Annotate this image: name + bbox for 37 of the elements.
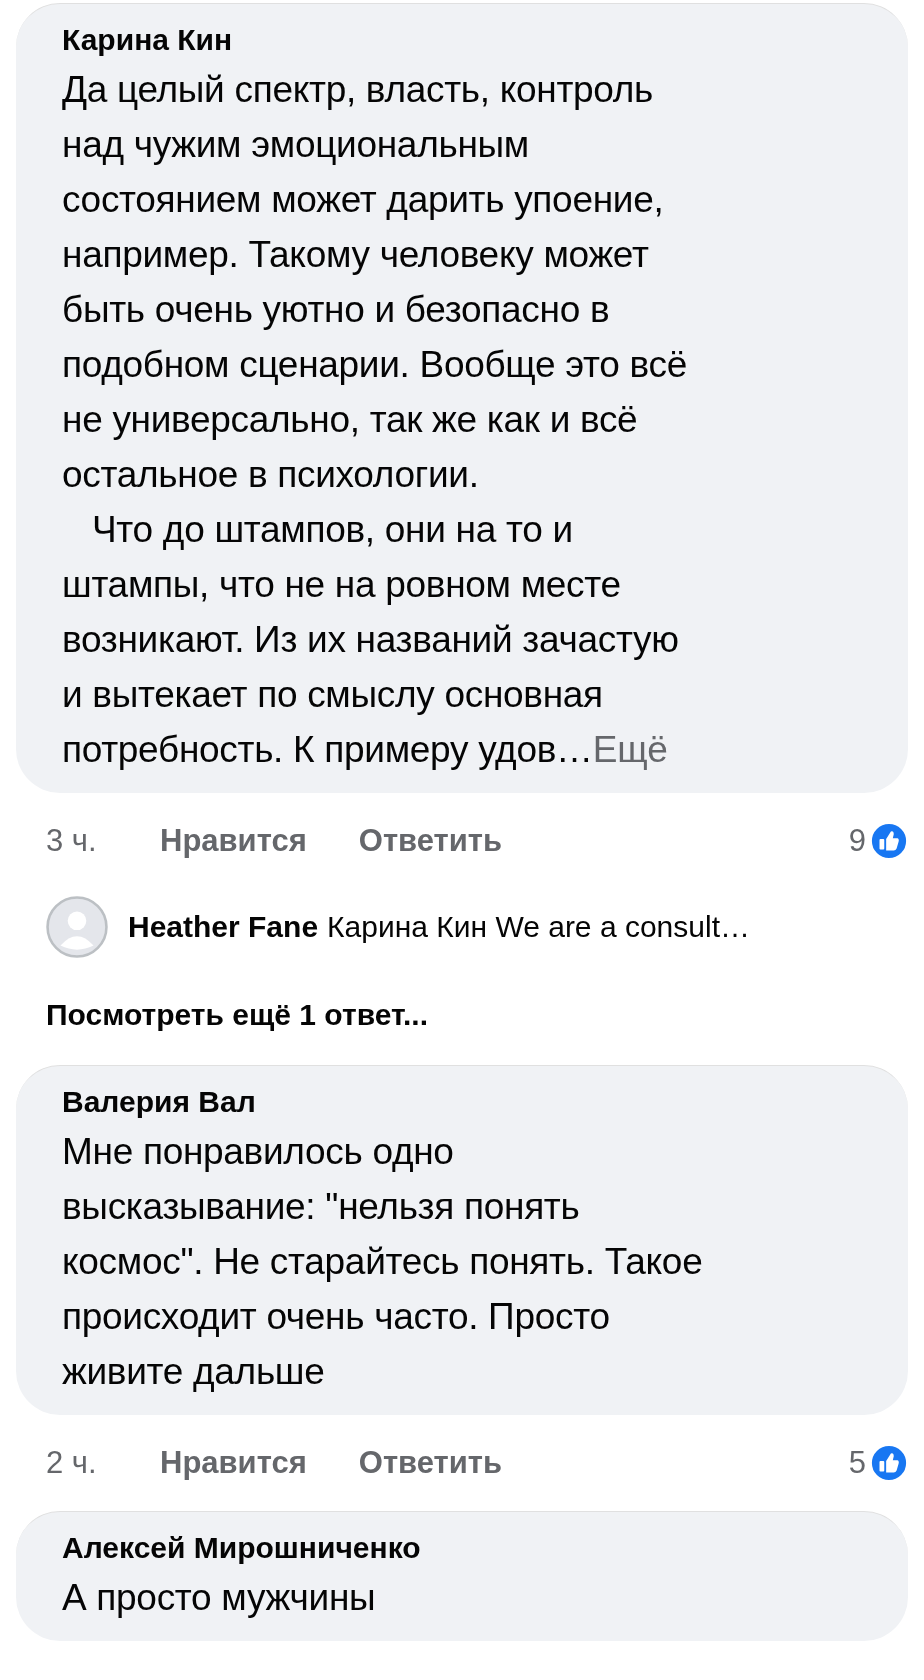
thumbs-up-icon [870, 1444, 908, 1482]
comment-time: 2 ч. [46, 1445, 98, 1481]
comment-text: подобном сценарии. Вообще это всё [62, 344, 687, 385]
see-more-link[interactable]: Ещё [592, 729, 668, 770]
reply-text: Карина Кин We are a consult… [327, 910, 750, 944]
comment-text: происходит очень часто. Просто [62, 1296, 610, 1337]
thumbs-up-icon [870, 822, 908, 860]
like-link[interactable]: Нравится [160, 1445, 307, 1481]
avatar-icon[interactable] [46, 896, 108, 958]
reply-author[interactable]: Heather Fane [128, 910, 319, 944]
comment-text: и вытекает по смыслу основная [62, 674, 603, 715]
comment-author[interactable]: Валерия Вал [62, 1080, 878, 1124]
comment-text: Что до штампов, они на то и [92, 509, 573, 550]
reply-link[interactable]: Ответить [358, 1445, 503, 1481]
comment-text: над чужим эмоциональным [62, 124, 529, 165]
like-count: 9 [848, 823, 866, 859]
reply-link[interactable]: Ответить [358, 823, 503, 859]
comment-text: состоянием может дарить упоение, [62, 179, 664, 220]
comment-author[interactable]: Карина Кин [62, 18, 878, 62]
comment-text: живите дальше [62, 1351, 325, 1392]
like-link[interactable]: Нравится [160, 823, 307, 859]
comment-text: потребность. К примеру удов… [62, 729, 593, 770]
like-count: 5 [848, 1445, 866, 1481]
comment-text: штампы, что не на ровном месте [62, 564, 621, 605]
comment-text: не универсально, так же как и всё [62, 399, 638, 440]
comment-text: Да целый спектр, власть, контроль [62, 69, 654, 110]
view-more-replies-link[interactable]: Посмотреть ещё 1 ответ... [16, 965, 908, 1065]
comment-text: возникают. Из их названий зачастую [62, 619, 679, 660]
comment-text: космос". Не старайтесь понять. Такое [62, 1241, 703, 1282]
comment-time: 3 ч. [46, 823, 98, 859]
comment-text: А просто мужчины [62, 1577, 376, 1618]
comment-text: Мне понравилось одно [62, 1131, 454, 1172]
comment-text: быть очень уютно и безопасно в [62, 289, 610, 330]
comment-text: например. Такому человеку может [62, 234, 649, 275]
comment-text: остальное в психологии. [62, 454, 479, 495]
comment-author[interactable]: Алексей Мирошниченко [62, 1526, 878, 1570]
comment-text: высказывание: "нельзя понять [62, 1186, 580, 1227]
